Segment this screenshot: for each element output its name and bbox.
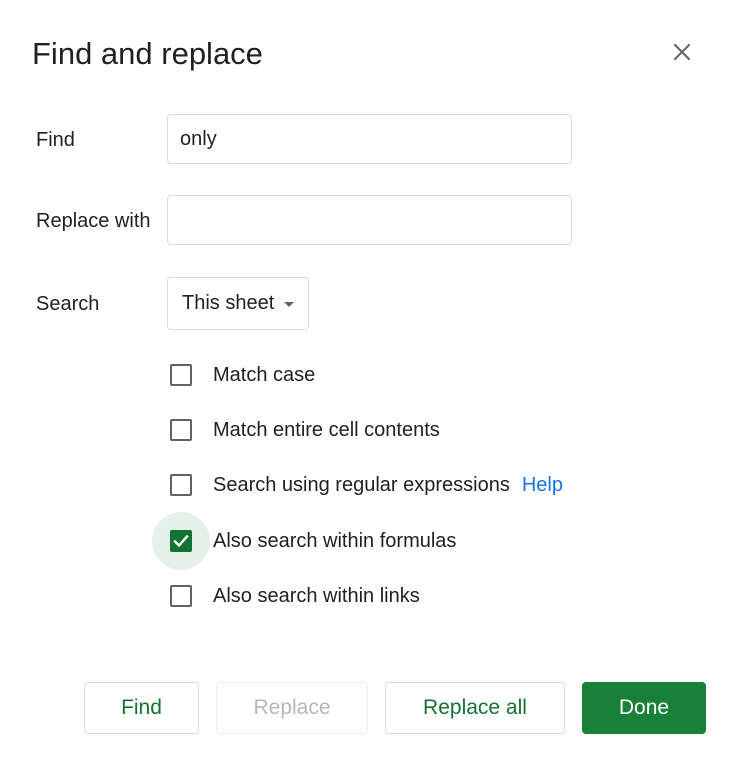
close-icon <box>673 43 691 61</box>
match-entire-cell-label: Match entire cell contents <box>213 418 440 441</box>
caret-down-icon <box>284 302 295 307</box>
search-scope-select[interactable]: This sheet <box>167 277 309 330</box>
done-button[interactable]: Done <box>582 682 706 734</box>
search-links-checkbox[interactable] <box>152 567 210 625</box>
checkmark-icon <box>173 534 189 548</box>
replace-all-button[interactable]: Replace all <box>385 682 565 734</box>
checkbox-box <box>170 530 192 552</box>
replace-button[interactable]: Replace <box>216 682 368 734</box>
close-button[interactable] <box>664 34 700 70</box>
find-button[interactable]: Find <box>84 682 199 734</box>
option-regex: Search using regular expressions Help <box>152 456 563 514</box>
replace-input[interactable] <box>167 195 572 245</box>
checkbox-box <box>170 419 192 441</box>
option-search-formulas: Also search within formulas <box>152 512 456 570</box>
match-case-checkbox[interactable] <box>152 346 210 404</box>
search-links-label: Also search within links <box>213 584 420 607</box>
checkbox-box <box>170 474 192 496</box>
checkbox-box <box>170 364 192 386</box>
find-label: Find <box>36 129 75 151</box>
option-match-entire-cell: Match entire cell contents <box>152 401 440 459</box>
search-formulas-label: Also search within formulas <box>213 529 457 552</box>
help-link[interactable]: Help <box>522 474 563 497</box>
find-input[interactable] <box>167 114 572 164</box>
search-scope-value: This sheet <box>182 292 275 314</box>
option-search-links: Also search within links <box>152 567 420 625</box>
match-case-label: Match case <box>213 363 316 386</box>
match-entire-cell-checkbox[interactable] <box>152 401 210 459</box>
option-match-case: Match case <box>152 346 315 404</box>
replace-with-label: Replace with <box>36 210 151 232</box>
regex-checkbox[interactable] <box>152 456 210 514</box>
regex-label: Search using regular expressions <box>213 473 510 496</box>
search-label: Search <box>36 293 100 315</box>
find-replace-dialog: Find and replace Find Replace with Searc… <box>0 0 737 768</box>
dialog-title: Find and replace <box>32 36 263 71</box>
checkbox-box <box>170 585 192 607</box>
search-formulas-checkbox[interactable] <box>152 512 210 570</box>
